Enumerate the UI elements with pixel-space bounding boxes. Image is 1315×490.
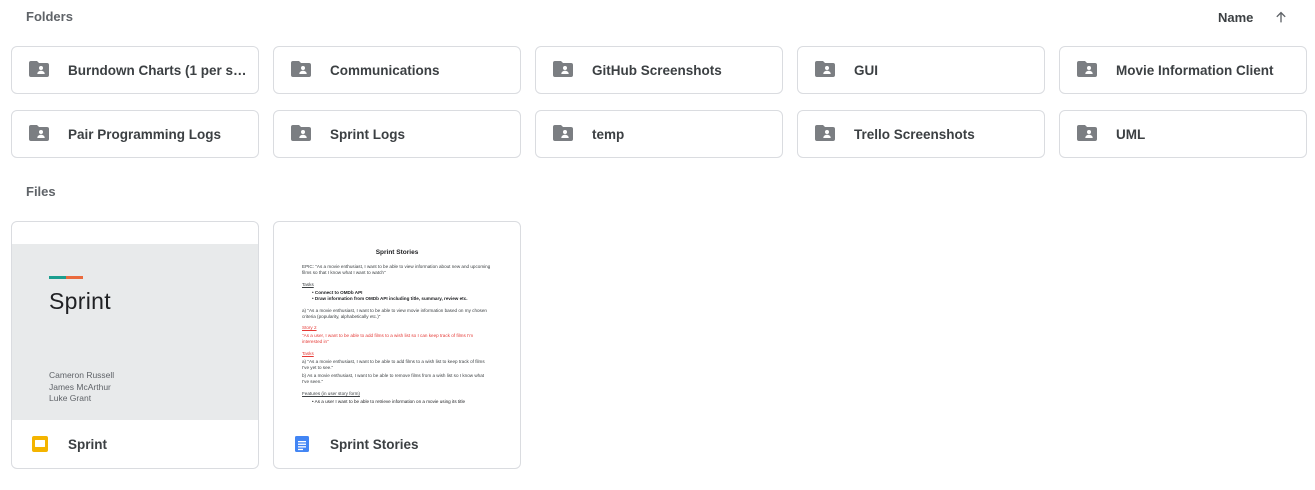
- slide-author: Cameron Russell: [49, 370, 115, 380]
- file-name: Sprint Stories: [330, 436, 419, 452]
- google-slides-icon: [32, 436, 48, 452]
- slide-accent-bar: [49, 276, 83, 279]
- doc-list-item: Draw information from OMDb API including…: [312, 296, 492, 302]
- slide-title: Sprint: [49, 288, 111, 314]
- folder-card[interactable]: Burndown Charts (1 per spri…: [11, 46, 259, 94]
- file-card-sprint[interactable]: Sprint Cameron Russell James McArthur Lu…: [11, 221, 259, 469]
- folder-name: Sprint Logs: [330, 126, 405, 142]
- folder-name: Pair Programming Logs: [68, 126, 222, 142]
- shared-folder-icon: [291, 125, 313, 143]
- folder-name: Movie Information Client: [1116, 62, 1274, 78]
- shared-folder-icon: [815, 61, 837, 79]
- file-thumbnail: Sprint Stories EPIC: "As a movie enthusi…: [274, 222, 520, 420]
- folder-card[interactable]: temp: [535, 110, 783, 158]
- doc-heading: Tasks: [302, 350, 314, 356]
- folder-card[interactable]: GUI: [797, 46, 1045, 94]
- sort-control: Name: [1218, 9, 1289, 25]
- slide-preview: Sprint Cameron Russell James McArthur Lu…: [12, 244, 258, 420]
- folder-card[interactable]: Trello Screenshots: [797, 110, 1045, 158]
- shared-folder-icon: [553, 125, 575, 143]
- file-card-sprint-stories[interactable]: Sprint Stories EPIC: "As a movie enthusi…: [273, 221, 521, 469]
- shared-folder-icon: [291, 61, 313, 79]
- folder-name: Burndown Charts (1 per spri…: [68, 62, 253, 78]
- file-footer: Sprint: [12, 420, 258, 468]
- folder-card[interactable]: Pair Programming Logs: [11, 110, 259, 158]
- doc-paragraph: a) "As a movie enthusiast, I want to be …: [302, 359, 485, 371]
- doc-paragraph: b) As a movie enthusiast, I want to be a…: [302, 372, 485, 385]
- folders-section-label: Folders: [26, 9, 73, 24]
- slide-authors: Cameron Russell James McArthur Luke Gran…: [49, 370, 114, 405]
- file-thumbnail: Sprint Cameron Russell James McArthur Lu…: [12, 222, 258, 420]
- folder-card[interactable]: UML: [1059, 110, 1307, 158]
- file-name: Sprint: [68, 436, 107, 452]
- folder-name: Trello Screenshots: [854, 126, 975, 142]
- folder-card[interactable]: Movie Information Client: [1059, 46, 1307, 94]
- folder-grid: Burndown Charts (1 per spri… Communicati…: [11, 46, 1307, 158]
- doc-heading: Story 2: [302, 325, 317, 331]
- doc-preview: Sprint Stories EPIC: "As a movie enthusi…: [274, 222, 520, 420]
- doc-heading: Tasks: [302, 281, 314, 287]
- slide-author: Luke Grant: [49, 393, 92, 403]
- shared-folder-icon: [1077, 125, 1099, 143]
- folder-name: GitHub Screenshots: [592, 62, 722, 78]
- folder-card[interactable]: Communications: [273, 46, 521, 94]
- doc-heading: Features (in user story form): [302, 390, 360, 396]
- folder-name: temp: [592, 126, 625, 142]
- doc-list: Connect to OMDb API Draw information fro…: [312, 290, 492, 302]
- doc-paragraph: a) "As a movie enthusiast, I want to be …: [302, 307, 487, 320]
- doc-paragraph: EPIC: "As a movie enthusiast, I want to …: [302, 264, 491, 276]
- sort-by-name-label[interactable]: Name: [1218, 10, 1253, 25]
- doc-paragraph: "As a user, I want to be able to add fil…: [302, 332, 474, 345]
- shared-folder-icon: [29, 61, 51, 79]
- file-footer: Sprint Stories: [274, 420, 520, 468]
- shared-folder-icon: [29, 125, 51, 143]
- folder-card[interactable]: GitHub Screenshots: [535, 46, 783, 94]
- arrow-up-icon[interactable]: [1273, 9, 1289, 25]
- folder-name: GUI: [854, 62, 879, 78]
- folder-name: Communications: [330, 62, 440, 78]
- folder-card[interactable]: Sprint Logs: [273, 110, 521, 158]
- shared-folder-icon: [553, 61, 575, 79]
- doc-list-item: As a user I want to be able to retrieve …: [312, 399, 492, 405]
- slide-author: James McArthur: [49, 381, 111, 392]
- shared-folder-icon: [815, 125, 837, 143]
- files-section-label: Files: [26, 184, 56, 199]
- doc-title: Sprint Stories: [375, 249, 419, 256]
- folder-name: UML: [1116, 126, 1146, 142]
- shared-folder-icon: [1077, 61, 1099, 79]
- doc-list: As a user I want to be able to retrieve …: [312, 399, 492, 405]
- google-docs-icon: [294, 436, 310, 452]
